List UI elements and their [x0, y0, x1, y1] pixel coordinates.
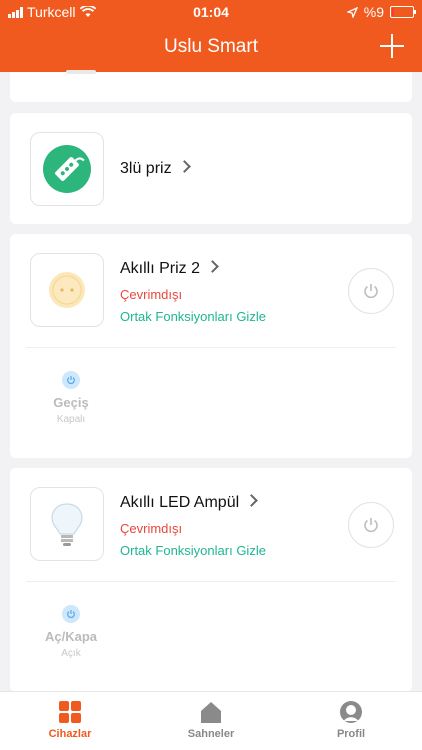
power-strip-icon — [43, 145, 91, 193]
tab-label: Profil — [336, 728, 366, 740]
chevron-right-icon — [206, 260, 219, 273]
page-title: Uslu Smart — [164, 36, 258, 57]
power-button[interactable] — [348, 502, 394, 548]
divider — [26, 581, 396, 582]
device-name[interactable]: 3lü priz — [120, 160, 191, 178]
device-status: Çevrimdışı — [120, 521, 183, 536]
truncated-label — [66, 70, 96, 74]
power-icon — [364, 518, 378, 533]
profile-icon — [340, 701, 362, 723]
device-card-akilli-priz-2[interactable]: Akıllı Priz 2 Çevrimdışı Ortak Fonksiyon… — [10, 234, 412, 458]
light-bulb-icon — [51, 503, 83, 546]
function-switch-button[interactable]: Geçiş Kapalı — [40, 371, 102, 425]
function-label: Geçiş — [53, 395, 89, 410]
device-name[interactable]: Akıllı LED Ampül — [120, 494, 259, 512]
hide-common-functions-link[interactable]: Ortak Fonksiyonları Gizle — [120, 309, 266, 324]
tab-label: Sahneler — [187, 728, 235, 740]
bottom-tab-bar: Cihazlar Sahneler Profil — [0, 691, 422, 750]
home-icon — [201, 702, 221, 723]
chevron-right-icon — [177, 160, 191, 173]
device-status: Çevrimdışı — [120, 287, 183, 302]
app-header: Turkcell 01:04 %9 Uslu Smart — [0, 0, 422, 72]
power-icon — [364, 284, 378, 299]
smart-plug-icon — [49, 272, 85, 308]
device-icon-box — [30, 132, 104, 206]
device-icon-box — [30, 487, 104, 561]
add-device-button[interactable] — [380, 34, 404, 58]
status-bar: Turkcell 01:04 %9 — [0, 0, 422, 24]
tab-sahneler[interactable]: Sahneler — [161, 700, 261, 740]
tab-cihazlar[interactable]: Cihazlar — [20, 700, 120, 740]
function-state: Açık — [61, 648, 81, 659]
device-card-3lu-priz[interactable]: 3lü priz — [10, 113, 412, 224]
device-card-partial — [10, 70, 412, 102]
function-label: Aç/Kapa — [44, 629, 98, 644]
hide-common-functions-link[interactable]: Ortak Fonksiyonları Gizle — [120, 543, 266, 558]
device-name[interactable]: Akıllı Priz 2 — [120, 260, 219, 278]
grid-icon — [59, 701, 81, 723]
divider — [26, 347, 396, 348]
function-state: Kapalı — [56, 414, 86, 425]
function-onoff-button[interactable]: Aç/Kapa Açık — [40, 605, 102, 659]
battery-percent: %9 — [363, 4, 384, 20]
battery-icon — [390, 6, 416, 18]
power-small-icon — [62, 605, 80, 623]
tab-label: Cihazlar — [48, 728, 92, 740]
device-card-akilli-led-ampul[interactable]: Akıllı LED Ampül Çevrimdışı Ortak Fonksi… — [10, 468, 412, 692]
tab-profil[interactable]: Profil — [301, 700, 401, 740]
chevron-right-icon — [245, 494, 259, 507]
power-small-icon — [62, 371, 80, 389]
power-button[interactable] — [348, 268, 394, 314]
device-icon-box — [30, 253, 104, 327]
location-arrow-icon — [346, 6, 358, 18]
